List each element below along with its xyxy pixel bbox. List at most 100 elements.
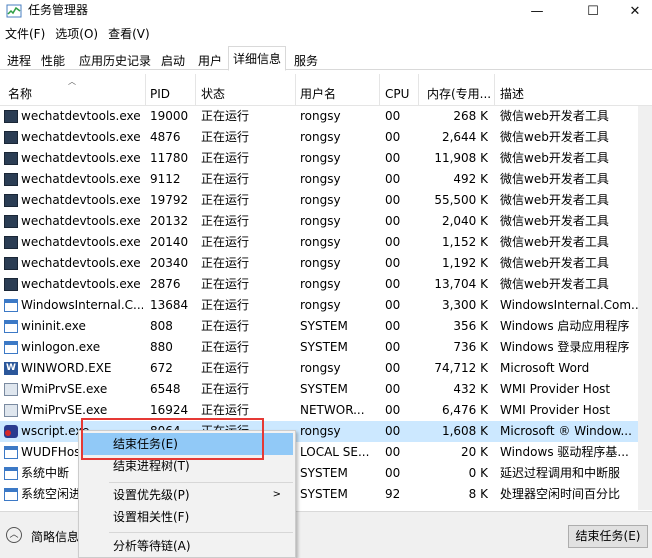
tab-processes[interactable]: 进程 xyxy=(2,48,36,70)
cell-memory: 432 K xyxy=(453,382,488,396)
cell-cpu: 00 xyxy=(385,298,401,312)
table-row[interactable]: W WINWORD.EXE 672 正在运行 rongsy 00 74,712 K Micro… xyxy=(0,358,652,379)
cell-memory: 11,908 K xyxy=(434,151,488,165)
window-icon xyxy=(4,467,18,480)
cell-status: 正在运行 xyxy=(201,298,250,312)
devtools-icon xyxy=(4,278,18,291)
cell-cpu: 00 xyxy=(385,424,401,438)
cell-username: rongsy xyxy=(300,235,341,249)
column-cpu[interactable]: CPU xyxy=(385,86,409,102)
tab-startup[interactable]: 启动 xyxy=(156,48,190,70)
table-row[interactable]: wechatdevtools.exe 20340 正在运行 rongsy 00 1,192… xyxy=(0,253,652,274)
cell-cpu: 00 xyxy=(385,382,401,396)
table-row[interactable]: wechatdevtools.exe 9112 正在运行 rongsy 00 492 K 微… xyxy=(0,169,652,190)
tab-details[interactable]: 详细信息 xyxy=(228,46,287,71)
menu-options[interactable]: 选项(O) xyxy=(50,24,103,44)
fewer-details-link[interactable]: 简略信息 xyxy=(31,528,79,545)
tab-services[interactable]: 服务 xyxy=(289,48,323,70)
cell-username: SYSTEM xyxy=(300,466,348,480)
table-row[interactable]: winlogon.exe 880 正在运行 SYSTEM 00 736 K Windows … xyxy=(0,337,652,358)
cell-status: 正在运行 xyxy=(201,193,250,207)
table-row[interactable]: WindowsInternal.C... 13684 正在运行 rongsy 00 3,3… xyxy=(0,295,652,316)
column-username[interactable]: 用户名 xyxy=(300,86,336,102)
cell-memory: 8 K xyxy=(468,487,488,501)
cell-username: rongsy xyxy=(300,361,341,375)
devtools-icon xyxy=(4,173,18,186)
cell-description: Windows 启动应用程序 xyxy=(500,319,630,333)
cell-cpu: 92 xyxy=(385,487,401,501)
ctx-set-priority[interactable]: 设置优先级(P) > xyxy=(81,484,293,506)
table-row[interactable]: wechatdevtools.exe 11780 正在运行 rongsy 00 11,90… xyxy=(0,148,652,169)
ctx-set-priority-label: 设置优先级(P) xyxy=(113,488,190,502)
cell-cpu: 00 xyxy=(385,109,401,123)
devtools-icon xyxy=(4,131,18,144)
collapse-icon[interactable]: ︿ xyxy=(6,527,22,543)
vertical-scrollbar[interactable] xyxy=(638,106,652,510)
column-divider[interactable] xyxy=(494,74,495,106)
ctx-analyze-wait-chain[interactable]: 分析等待链(A) xyxy=(81,535,293,557)
menu-separator xyxy=(109,482,293,483)
cell-username: SYSTEM xyxy=(300,340,348,354)
cell-cpu: 00 xyxy=(385,235,401,249)
cell-pid: 2876 xyxy=(150,277,181,291)
end-task-button[interactable]: 结束任务(E) xyxy=(568,525,648,548)
table-row[interactable]: wechatdevtools.exe 20132 正在运行 rongsy 00 2,040… xyxy=(0,211,652,232)
column-memory[interactable]: 内存(专用... xyxy=(427,86,491,102)
column-divider[interactable] xyxy=(379,74,380,106)
cell-cpu: 00 xyxy=(385,151,401,165)
cell-memory: 2,040 K xyxy=(441,214,488,228)
cell-description: WMI Provider Host xyxy=(500,382,611,396)
close-button[interactable]: ✕ xyxy=(612,0,652,22)
column-divider[interactable] xyxy=(195,74,196,106)
menu-file[interactable]: 文件(F) xyxy=(0,24,50,44)
cell-name: wechatdevtools.exe xyxy=(21,235,141,249)
table-row[interactable]: wechatdevtools.exe 4876 正在运行 rongsy 00 2,644 … xyxy=(0,127,652,148)
column-divider[interactable] xyxy=(295,74,296,106)
cell-status: 正在运行 xyxy=(201,214,250,228)
cell-description: Windows 驱动程序基... xyxy=(500,445,629,459)
column-name[interactable]: 名称 xyxy=(8,86,32,102)
tab-performance[interactable]: 性能 xyxy=(36,48,70,70)
word-icon: W xyxy=(4,362,18,375)
column-pid[interactable]: PID xyxy=(150,86,170,102)
cell-description: 微信web开发者工具 xyxy=(500,214,609,228)
column-description[interactable]: 描述 xyxy=(500,86,524,102)
cell-status: 正在运行 xyxy=(201,130,250,144)
cell-description: 微信web开发者工具 xyxy=(500,235,609,249)
table-row[interactable]: WmiPrvSE.exe 6548 正在运行 SYSTEM 00 432 K WMI Pro… xyxy=(0,379,652,400)
gear-icon xyxy=(4,404,18,417)
window-icon xyxy=(4,299,18,312)
cell-status: 正在运行 xyxy=(201,277,250,291)
cell-status: 正在运行 xyxy=(201,382,250,396)
cell-memory: 356 K xyxy=(453,319,488,333)
cell-name: wechatdevtools.exe xyxy=(21,214,141,228)
cell-pid: 880 xyxy=(150,340,173,354)
cell-description: Microsoft Word xyxy=(500,361,590,375)
column-status[interactable]: 状态 xyxy=(201,86,225,102)
ctx-set-affinity[interactable]: 设置相关性(F) xyxy=(81,506,293,528)
table-row[interactable]: wininit.exe 808 正在运行 SYSTEM 00 356 K Windows 启… xyxy=(0,316,652,337)
column-divider[interactable] xyxy=(418,74,419,106)
cell-memory: 1,192 K xyxy=(441,256,488,270)
cell-username: rongsy xyxy=(300,172,341,186)
cell-cpu: 00 xyxy=(385,319,401,333)
cell-cpu: 00 xyxy=(385,466,401,480)
maximize-button[interactable]: ☐ xyxy=(570,0,616,22)
tab-users[interactable]: 用户 xyxy=(193,48,227,70)
cell-description: 处理器空闲时间百分比 xyxy=(500,487,621,501)
cell-username: rongsy xyxy=(300,193,341,207)
table-row[interactable]: wechatdevtools.exe 20140 正在运行 rongsy 00 1,152… xyxy=(0,232,652,253)
table-row[interactable]: wechatdevtools.exe 19000 正在运行 rongsy 00 268 K… xyxy=(0,106,652,127)
cell-cpu: 00 xyxy=(385,193,401,207)
cell-memory: 20 K xyxy=(461,445,488,459)
minimize-button[interactable]: — xyxy=(514,0,560,22)
cell-name: wechatdevtools.exe xyxy=(21,109,141,123)
table-row[interactable]: wechatdevtools.exe 19792 正在运行 rongsy 00 55,50… xyxy=(0,190,652,211)
tab-app-history[interactable]: 应用历史记录 xyxy=(74,48,156,70)
column-divider[interactable] xyxy=(145,74,146,106)
window-icon xyxy=(4,446,18,459)
cell-memory: 492 K xyxy=(453,172,488,186)
table-row[interactable]: wechatdevtools.exe 2876 正在运行 rongsy 00 13,704… xyxy=(0,274,652,295)
cell-username: rongsy xyxy=(300,151,341,165)
menu-view[interactable]: 查看(V) xyxy=(103,24,155,44)
